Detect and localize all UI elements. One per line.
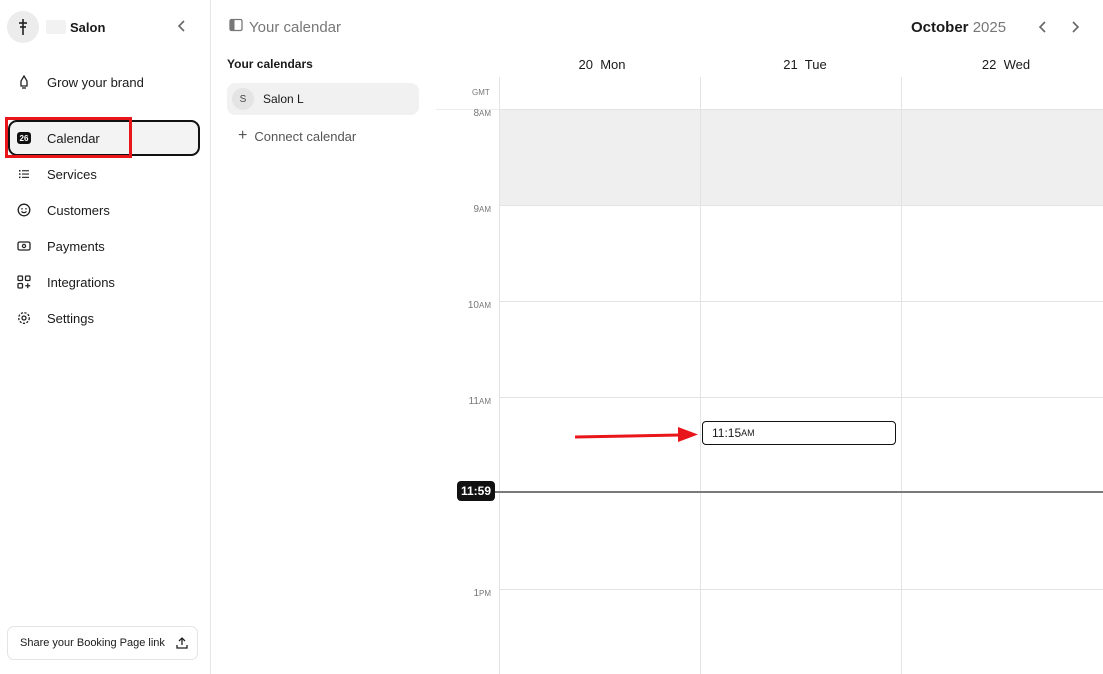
connect-calendar-button[interactable]: + Connect calendar	[238, 127, 356, 145]
day-name: Tue	[804, 57, 827, 72]
calendars-list-title: Your calendars	[227, 57, 313, 71]
chevron-left-icon	[177, 20, 185, 32]
brand-name: Salon	[70, 19, 106, 35]
current-time-line	[490, 491, 1103, 493]
day-number: 22	[981, 57, 997, 72]
app: Salon Grow your brand 26 Calendar Servic…	[0, 0, 1103, 674]
hour-label-9am: 9AM	[473, 204, 491, 215]
month-label: October	[911, 19, 969, 36]
annotation-arrow-icon	[574, 427, 698, 442]
day-number: 21	[783, 57, 798, 72]
panel-toggle-icon[interactable]	[229, 18, 243, 37]
sidebar-item-label: Settings	[47, 310, 94, 326]
day-header-mon: 20 Mon	[552, 57, 652, 72]
brand-logo	[7, 11, 39, 43]
calendar-entry-name: Salon L	[263, 92, 304, 106]
unavailable-hours-shade	[500, 110, 1103, 205]
sidebar-item-label: Services	[47, 166, 97, 182]
banknote-icon	[16, 238, 32, 254]
hour-label-11am: 11AM	[468, 396, 491, 407]
sidebar-item-integrations[interactable]: Integrations	[8, 264, 200, 300]
sidebar-item-label: Integrations	[47, 274, 115, 290]
day-column-divider	[499, 77, 500, 674]
share-booking-label: Share your Booking Page link	[20, 637, 165, 649]
calendar-icon: 26	[16, 130, 32, 146]
next-week-button[interactable]	[1066, 18, 1084, 36]
sidebar-item-payments[interactable]: Payments	[8, 228, 200, 264]
hour-line	[499, 301, 1103, 302]
timeslot-cell[interactable]	[701, 206, 901, 301]
day-column-divider	[700, 77, 701, 674]
upload-icon	[175, 636, 189, 650]
calendar-date-badge: 26	[17, 132, 31, 144]
page-title: Your calendar	[249, 19, 342, 36]
timezone-label: GMT	[472, 88, 490, 97]
hour-label-10am: 10AM	[467, 300, 491, 311]
sidebar-item-label: Payments	[47, 238, 105, 254]
timeslot-cell[interactable]	[500, 206, 700, 301]
day-header-tue: 21 Tue	[755, 57, 855, 72]
sidebar: Salon Grow your brand 26 Calendar Servic…	[0, 0, 211, 674]
day-column-divider	[901, 77, 902, 674]
tree-icon	[19, 19, 27, 35]
event-time: 11:15	[712, 426, 742, 440]
day-name: Mon	[600, 57, 626, 72]
day-header-wed: 22 Wed	[956, 57, 1056, 72]
calendar-event[interactable]: 11:15 AM	[702, 421, 896, 445]
collapse-sidebar-button[interactable]	[173, 17, 191, 35]
sidebar-item-settings[interactable]: Settings	[8, 300, 200, 336]
hour-label-1pm: 1PM	[473, 588, 491, 599]
plus-icon: +	[238, 127, 248, 144]
smiley-icon	[16, 202, 32, 218]
list-icon	[16, 166, 32, 182]
sidebar-item-label: Grow your brand	[47, 74, 144, 90]
timeslot-cell[interactable]	[902, 206, 1103, 301]
hour-line	[499, 109, 1103, 110]
hour-line	[499, 397, 1103, 398]
month-year-label: October 2025	[911, 19, 1006, 36]
previous-week-button[interactable]	[1034, 18, 1052, 36]
brand[interactable]: Salon	[7, 11, 105, 43]
day-number: 20	[578, 57, 593, 72]
sidebar-item-grow-your-brand[interactable]: Grow your brand	[8, 64, 200, 100]
year-label: 2025	[972, 19, 1007, 36]
gear-icon	[16, 310, 32, 326]
sidebar-item-label: Customers	[47, 202, 110, 218]
hour-line	[499, 589, 1103, 590]
connect-calendar-label: Connect calendar	[254, 128, 357, 144]
rocket-icon	[16, 74, 32, 90]
calendar-entry[interactable]: S Salon L	[227, 83, 419, 115]
day-name: Wed	[1003, 57, 1031, 72]
apps-icon	[16, 274, 32, 290]
brand-name-redacted	[46, 20, 66, 34]
event-time-meridiem: AM	[741, 428, 755, 438]
sidebar-item-services[interactable]: Services	[8, 156, 200, 192]
sidebar-item-customers[interactable]: Customers	[8, 192, 200, 228]
sidebar-item-label: Calendar	[47, 130, 100, 146]
share-booking-link-button[interactable]: Share your Booking Page link	[7, 626, 198, 660]
sidebar-item-calendar[interactable]: 26 Calendar	[8, 120, 200, 156]
calendar-panel-header: Your calendar	[229, 18, 341, 37]
chevron-right-icon	[1072, 21, 1080, 33]
hour-label-8am: 8AM	[473, 108, 491, 119]
calendar-initial-avatar: S	[232, 88, 254, 110]
chevron-left-icon	[1038, 21, 1046, 33]
current-time-badge: 11:59	[457, 481, 495, 501]
